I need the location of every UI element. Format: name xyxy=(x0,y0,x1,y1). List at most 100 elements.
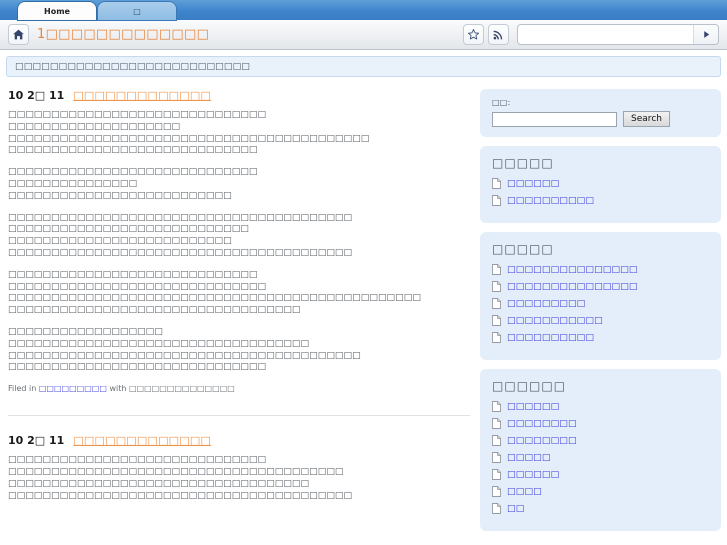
browser-toolbar: 1□□□□□□□□□□□□□ xyxy=(0,20,727,50)
paragraph-line: □□□□□□□□□□□□□□□□□□□□□□□□□□□□□□□□□□□□□□□□… xyxy=(8,293,421,304)
search-widget: □□: Search xyxy=(480,89,721,137)
category-link[interactable]: □□□□□□□□□ xyxy=(39,384,107,393)
paragraph-line: □□□□□□□□□□□□□□□□□□□□□□□□□□□□□□□□□□□□□□□□… xyxy=(8,133,370,144)
post-title-link[interactable]: □□□□□□□□□□□□□ xyxy=(73,89,211,102)
post-meta: Filed in □□□□□□□□□ with □□□□□□□□□□□□□□ xyxy=(8,384,472,393)
widget-list: □□□□□□ □□□□□□□□□□ xyxy=(492,177,709,207)
list-item-link[interactable]: □□□□□□ xyxy=(507,179,559,189)
filed-prefix: Filed in xyxy=(8,384,37,394)
list-item[interactable]: □□□□□□□□ xyxy=(492,434,709,447)
list-item[interactable]: □□□□ xyxy=(492,485,709,498)
list-item[interactable]: □□□□□□□□ xyxy=(492,417,709,430)
list-item-link[interactable]: □□□□□□□□ xyxy=(507,436,577,446)
paragraph-line: □□□□□□□□□□□□□□□□□□□□□□□□□□□□□ xyxy=(8,269,258,280)
document-icon xyxy=(492,503,502,514)
paragraph-line: □□□□□□□□□□□□□□□□□□□□□□□□□□□□□ xyxy=(8,145,258,156)
post-paragraph: □□□□□□□□□□□□□□□□□□□□□□□□□□□□□ □□□□□□□□□□… xyxy=(8,167,472,202)
bookmark-button[interactable] xyxy=(463,24,484,45)
paragraph-line: □□□□□□□□□□□□□□□□□□□□□□□□□□ xyxy=(8,190,232,201)
tab-second-label: □ xyxy=(133,6,141,16)
list-item[interactable]: □□□□□□□□□□□□□□□ xyxy=(492,280,709,293)
list-item-link[interactable]: □□□□□□□□□ xyxy=(507,299,585,309)
list-item-link[interactable]: □□□□ xyxy=(507,487,542,497)
post-header: 10 2□ 11 □□□□□□□□□□□□□ xyxy=(8,89,472,102)
list-item-link[interactable]: □□□□□□ xyxy=(507,470,559,480)
tab-second[interactable]: □ xyxy=(98,2,176,20)
list-item[interactable]: □□□□□□□□□□ xyxy=(492,331,709,344)
document-icon xyxy=(492,452,502,463)
post-paragraph: □□□□□□□□□□□□□□□□□□ □□□□□□□□□□□□□□□□□□□□□… xyxy=(8,327,472,374)
list-item-link[interactable]: □□□□□□□□□□□□□□□ xyxy=(507,282,638,292)
widget-title: □□□□□ xyxy=(492,156,554,170)
paragraph-line: □□□□□□□□□□□□□□□□□□□□□□□□□□□□□□□□□□□ xyxy=(8,338,310,349)
star-icon xyxy=(467,29,480,40)
paragraph-line: □□□□□□□□□□□□□□□□□□□□ xyxy=(8,121,181,132)
document-icon xyxy=(492,486,502,497)
tab-home-label: Home xyxy=(44,6,70,16)
address-bar[interactable] xyxy=(517,24,719,45)
list-item-link[interactable]: □□□□□□□□□□□ xyxy=(507,316,603,326)
list-item-link[interactable]: □□□□□□□□ xyxy=(507,419,577,429)
paragraph-line: □□□□□□□□□□□□□□□□□□□□□□□□□□□□□□□□□□□ xyxy=(8,478,310,489)
sidebar-search-button[interactable]: Search xyxy=(623,111,670,127)
list-item[interactable]: □□□□□□ xyxy=(492,177,709,190)
filed-with: with xyxy=(109,384,127,394)
paragraph-line: □□□□□□□□□□□□□□□□□□□□□□□□□□□□□□□□□□□□□□□□ xyxy=(8,490,353,501)
browser-window: Home □ 1□□□□□□□□□□□□□ □□□□□□□□□□□□□□□□□□… xyxy=(0,0,727,545)
paragraph-line: □□□□□□□□□□□□□□□□□□□□□□□□□□□□□□ xyxy=(8,455,267,466)
page-viewport: □□□□□□□□□□□□□□□□□□□□□□□□□□□ 10 2□ 11 □□□… xyxy=(0,50,727,544)
tab-home[interactable]: Home xyxy=(18,2,96,20)
document-icon xyxy=(492,281,502,292)
list-item-link[interactable]: □□□□□ xyxy=(507,453,551,463)
post-paragraph: □□□□□□□□□□□□□□□□□□□□□□□□□□□□□ □□□□□□□□□□… xyxy=(8,270,472,317)
paragraph-line: □□□□□□□□□□□□□□□□□□□□□□□□□□□□□□ xyxy=(8,281,267,292)
post-tags: □□□□□□□□□□□□□□ xyxy=(128,384,235,394)
document-icon xyxy=(492,195,502,206)
paragraph-line: □□□□□□□□□□□□□□□□□□□□□□□□□□□□□□ xyxy=(8,362,267,373)
search-row: Search xyxy=(492,111,709,127)
document-icon xyxy=(492,418,502,429)
home-icon xyxy=(13,29,24,40)
post-article: 10 2□ 11 □□□□□□□□□□□□□ □□□□□□□□□□□□□□□□□… xyxy=(8,89,472,393)
list-item[interactable]: □□□□□ xyxy=(492,451,709,464)
list-item-link[interactable]: □□ xyxy=(507,504,524,514)
sidebar-widget-3: □□□□□□ □□□□□□ □□□□□□□□ □□□□□□□□ □□□□□ □□… xyxy=(480,369,721,531)
rss-feed-button[interactable] xyxy=(488,24,509,45)
list-item-link[interactable]: □□□□□□ xyxy=(507,402,559,412)
home-button[interactable] xyxy=(8,24,29,45)
document-icon xyxy=(492,178,502,189)
widget-title: □□□□□ xyxy=(492,242,554,256)
notice-text: □□□□□□□□□□□□□□□□□□□□□□□□□□□ xyxy=(15,61,250,72)
list-item-link[interactable]: □□□□□□□□□□ xyxy=(507,333,594,343)
widget-list: □□□□□□□□□□□□□□□ □□□□□□□□□□□□□□□ □□□□□□□□… xyxy=(492,263,709,344)
widget-title: □□□□□□ xyxy=(492,379,567,393)
post-paragraph: □□□□□□□□□□□□□□□□□□□□□□□□□□□□□□ □□□□□□□□□… xyxy=(8,455,472,502)
list-item-link[interactable]: □□□□□□□□□□□□□□□ xyxy=(507,265,638,275)
paragraph-line: □□□□□□□□□□□□□□□□□□□□□□□□□□□□□□□□□□□□□□□□ xyxy=(8,212,353,223)
sidebar-search-input[interactable] xyxy=(492,111,618,127)
paragraph-line: □□□□□□□□□□□□□□□□□□□□□□□□□□□□□□ xyxy=(8,110,267,120)
paragraph-line: □□□□□□□□□□□□□□□□□□□□□□□□□□□□□□□□□□ xyxy=(8,305,301,316)
list-item[interactable]: □□□□□□ xyxy=(492,468,709,481)
post-title-link[interactable]: □□□□□□□□□□□□□ xyxy=(73,434,211,447)
main-content: 10 2□ 11 □□□□□□□□□□□□□ □□□□□□□□□□□□□□□□□… xyxy=(6,89,472,540)
go-button[interactable] xyxy=(693,25,718,44)
list-item[interactable]: □□□□□□□□□□□ xyxy=(492,314,709,327)
post-article: 10 2□ 11 □□□□□□□□□□□□□ □□□□□□□□□□□□□□□□□… xyxy=(8,434,472,502)
list-item[interactable]: □□□□□□□□□ xyxy=(492,297,709,310)
post-divider xyxy=(8,415,470,417)
post-date: 10 2□ 11 xyxy=(8,89,65,102)
document-icon xyxy=(492,332,502,343)
search-input[interactable] xyxy=(518,25,693,44)
document-icon xyxy=(492,469,502,480)
list-item[interactable]: □□□□□□□□□□ xyxy=(492,194,709,207)
list-item[interactable]: □□ xyxy=(492,502,709,515)
document-icon xyxy=(492,298,502,309)
go-arrow-icon xyxy=(703,31,709,38)
paragraph-line: □□□□□□□□□□□□□□□□□□□□□□□□□□□□□□□□□□□□□□□□ xyxy=(8,247,353,258)
document-icon xyxy=(492,401,502,412)
list-item-link[interactable]: □□□□□□□□□□ xyxy=(507,196,594,206)
list-item[interactable]: □□□□□□□□□□□□□□□ xyxy=(492,263,709,276)
list-item[interactable]: □□□□□□ xyxy=(492,400,709,413)
document-icon xyxy=(492,435,502,446)
